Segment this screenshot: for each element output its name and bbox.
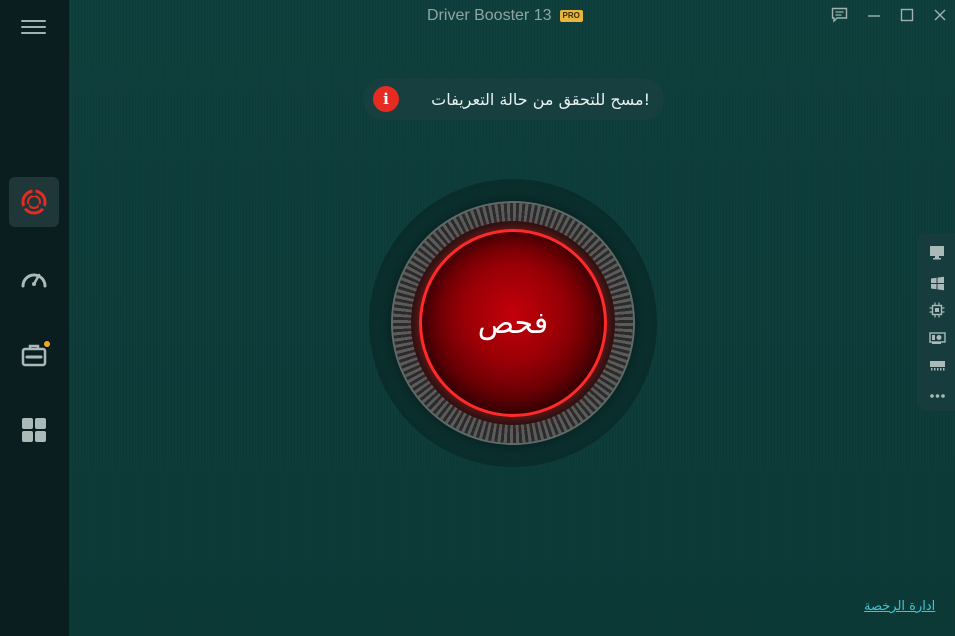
graphics-card-icon[interactable] bbox=[928, 329, 946, 347]
monitor-icon[interactable] bbox=[928, 243, 946, 261]
app-title: Driver Booster 13 bbox=[427, 7, 552, 24]
windows-icon[interactable] bbox=[928, 274, 946, 292]
speedometer-icon bbox=[21, 273, 47, 288]
cpu-icon[interactable] bbox=[928, 301, 946, 319]
lifebuoy-icon bbox=[21, 189, 47, 215]
scan-button[interactable]: فحص bbox=[419, 229, 607, 417]
maximize-icon[interactable] bbox=[897, 6, 917, 24]
sidebar-item-action-center[interactable] bbox=[9, 405, 59, 455]
notification-dot bbox=[44, 341, 50, 347]
grid-icon bbox=[22, 418, 46, 442]
pro-badge: PRO bbox=[559, 10, 583, 22]
scan-button-label: فحص bbox=[477, 305, 549, 341]
manage-license-link[interactable]: ادارة الرخصة bbox=[864, 599, 935, 614]
info-icon: i bbox=[373, 86, 399, 112]
sidebar-item-toolbox[interactable] bbox=[9, 330, 59, 380]
scan-notice[interactable]: i !مسح للتحقق من حالة التعريفات bbox=[363, 78, 664, 120]
close-icon[interactable] bbox=[930, 6, 950, 24]
notice-text: !مسح للتحقق من حالة التعريفات bbox=[431, 89, 650, 109]
minimize-icon[interactable] bbox=[864, 6, 884, 24]
sidebar-item-scan[interactable] bbox=[9, 177, 59, 227]
feedback-icon[interactable] bbox=[829, 6, 849, 24]
hamburger-icon[interactable] bbox=[21, 18, 47, 38]
window-title: Driver Booster 13 PRO bbox=[427, 6, 583, 26]
sidebar-item-boost[interactable] bbox=[9, 254, 59, 304]
device-panel bbox=[917, 233, 955, 411]
sidebar bbox=[0, 0, 69, 636]
more-icon[interactable] bbox=[928, 387, 946, 405]
memory-icon[interactable] bbox=[928, 356, 946, 374]
